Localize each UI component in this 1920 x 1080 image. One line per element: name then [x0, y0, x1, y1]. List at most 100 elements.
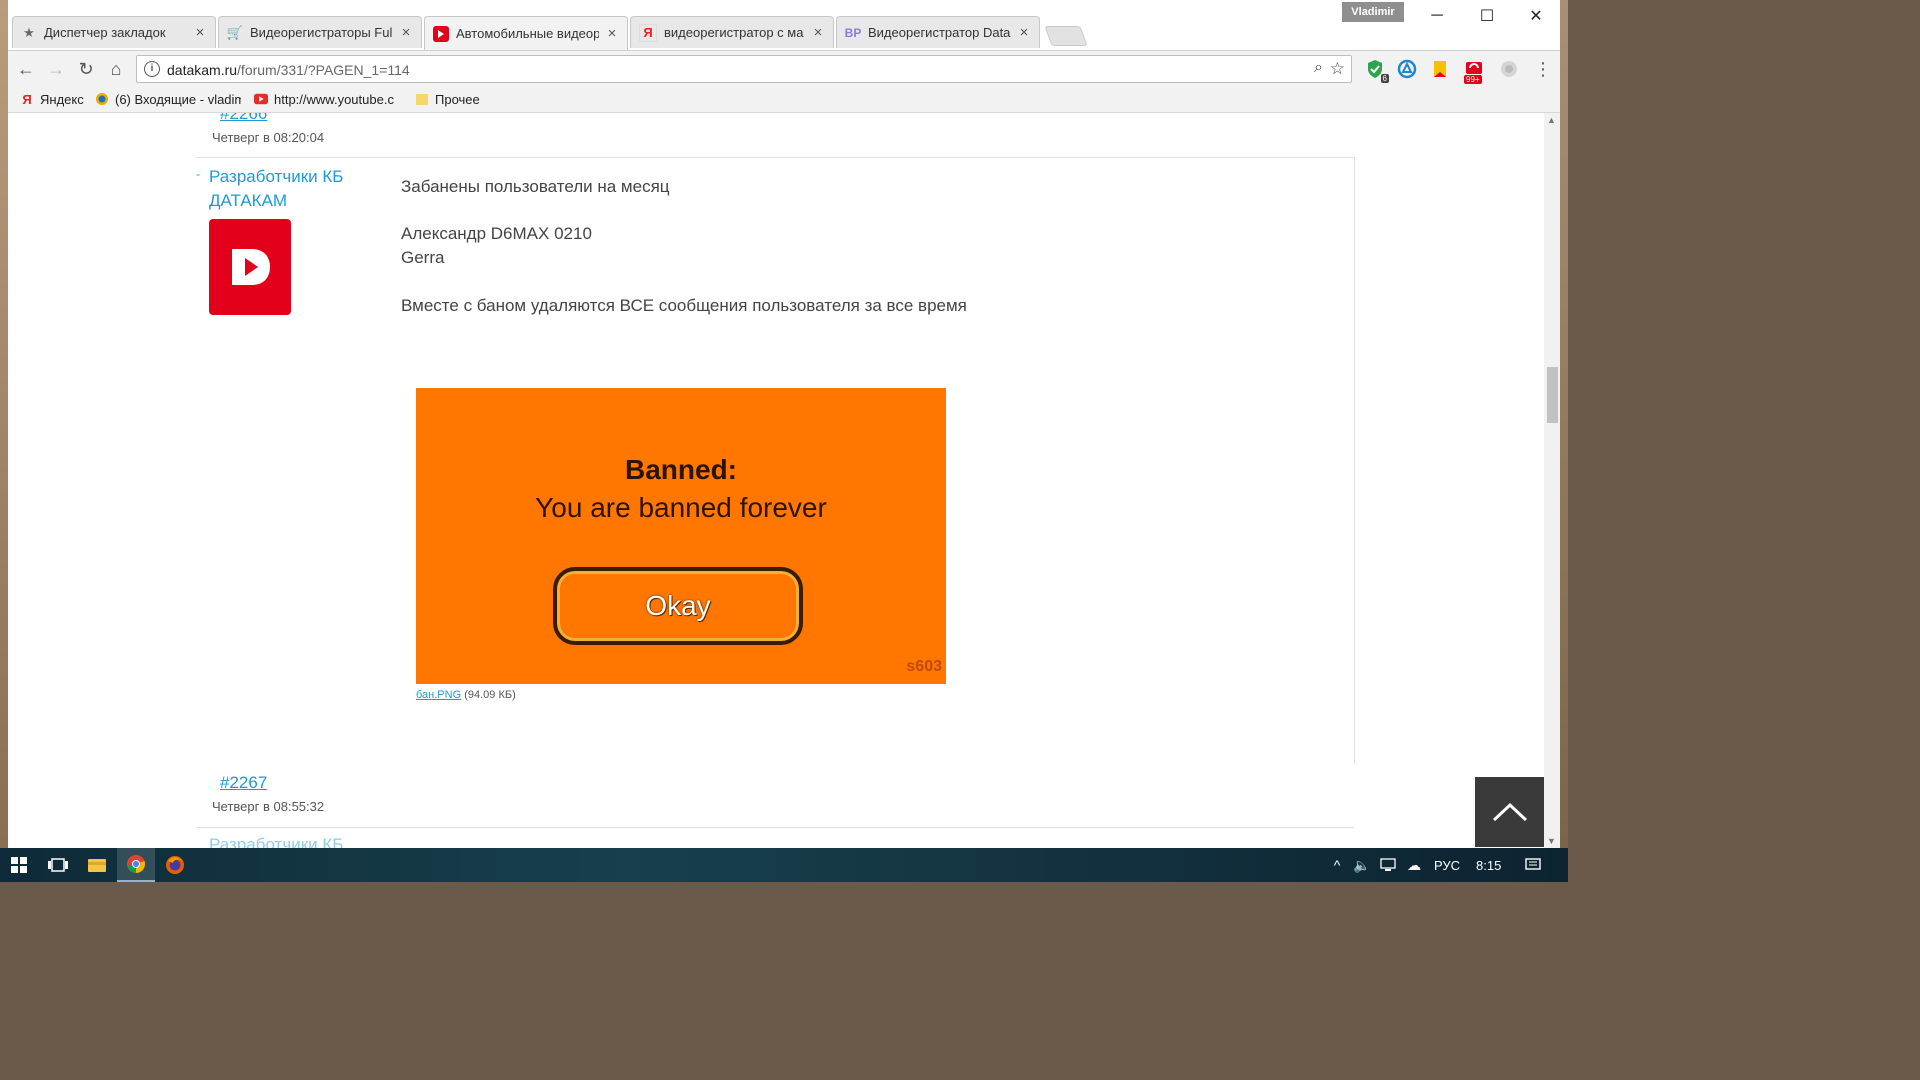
folder-icon	[415, 92, 429, 106]
close-window-icon[interactable]: ✕	[1511, 0, 1560, 32]
windows-start-icon[interactable]	[0, 848, 38, 882]
tab-title: Видеорегистраторы Full	[250, 25, 393, 40]
bookmark-label: Яндекс	[40, 91, 84, 107]
scrollbar-thumb[interactable]	[1547, 367, 1558, 423]
close-icon[interactable]: ×	[1017, 24, 1031, 41]
desktop-edge-left	[0, 0, 8, 848]
tab-datakam-recorder[interactable]: BP Видеорегистратор Datal ×	[836, 16, 1040, 48]
banned-image-watermark: s603	[906, 658, 942, 675]
bookmarks-bar: Я Яндекс (6) Входящие - vladim http://ww…	[8, 86, 1560, 113]
menu-dots-icon[interactable]: ⋮	[1530, 56, 1556, 82]
bookmark-yandex[interactable]: Я Яндекс	[20, 90, 84, 108]
close-icon[interactable]: ×	[811, 24, 825, 41]
bookmark-youtube[interactable]: http://www.youtube.c	[254, 90, 400, 108]
prev-post-number[interactable]: #2266	[220, 113, 267, 124]
next-post-date: Четверг в 08:55:32	[212, 799, 325, 814]
forward-arrow-icon[interactable]: →	[43, 56, 69, 82]
chrome-taskbar-icon[interactable]	[117, 848, 155, 882]
author-name-line2: ДАТАКАМ	[209, 191, 288, 210]
language-indicator[interactable]: РУС	[1434, 858, 1460, 873]
close-icon[interactable]: ×	[605, 25, 619, 42]
chevron-up-icon	[1492, 802, 1528, 822]
bookmark-extension-icon[interactable]	[1430, 59, 1450, 79]
tab-videoregistrators-full[interactable]: 🛒 Видеорегистраторы Full ×	[218, 16, 422, 48]
scroll-down-icon[interactable]: ▼	[1547, 836, 1556, 846]
bookmark-label: (6) Входящие - vladim	[115, 91, 241, 107]
mail-icon	[95, 92, 109, 106]
bookmark-inbox[interactable]: (6) Входящие - vladim	[95, 90, 241, 108]
banned-image-subtitle: You are banned forever	[535, 492, 827, 523]
post-text-line: Вместе с баном удаляются ВСЕ сообщения п…	[401, 296, 967, 315]
volume-icon[interactable]: 🔈	[1348, 848, 1376, 882]
author-name-line1: Разработчики КБ	[209, 167, 344, 186]
tab-automobile-video[interactable]: Автомобильные видеор ×	[424, 16, 628, 50]
tab-yandex-search[interactable]: Я видеорегистратор с ма ×	[630, 16, 834, 48]
browser-window: ★ Диспетчер закладок × 🛒 Видеорегистрато…	[8, 0, 1560, 848]
address-bar[interactable]: i datakam.ru/forum/331/?PAGEN_1=114 ⌕ ☆	[136, 55, 1352, 83]
next-post-author[interactable]: Разработчики КБ	[209, 835, 343, 848]
notifications-icon[interactable]	[1516, 848, 1550, 882]
cart-icon: 🛒	[226, 24, 244, 40]
chevron-up-tray-icon[interactable]: ^	[1323, 848, 1351, 882]
network-icon[interactable]	[1374, 848, 1402, 882]
new-tab-button[interactable]	[1044, 26, 1088, 46]
attachment-link[interactable]: бан.PNG	[416, 689, 461, 701]
minimize-icon[interactable]: ─	[1412, 0, 1462, 32]
post-text-line: Забанены пользователи на месяц	[401, 177, 670, 196]
attachment-size: (94.09 КБ)	[464, 689, 516, 701]
zoom-icon[interactable]: ⌕	[1314, 59, 1323, 77]
scroll-to-top-button[interactable]	[1475, 777, 1545, 847]
banned-image[interactable]: Banned: You are banned forever Okay s603	[416, 388, 946, 684]
maximize-icon[interactable]: ☐	[1462, 0, 1512, 32]
star-icon: ★	[23, 24, 35, 40]
bookmark-star-icon[interactable]: ☆	[1330, 59, 1345, 79]
bookmark-label: Прочее	[435, 91, 480, 107]
browser-toolbar: ← → ↻ ⌂ i datakam.ru/forum/331/?PAGEN_1=…	[8, 50, 1560, 87]
mail-extension-icon[interactable]: 99+	[1464, 59, 1484, 84]
tab-bookmark-manager[interactable]: ★ Диспетчер закладок ×	[12, 16, 216, 48]
mail-badge: 99+	[1464, 75, 1482, 84]
close-icon[interactable]: ×	[399, 24, 413, 41]
firefox-taskbar-icon[interactable]	[156, 848, 194, 882]
post-author[interactable]: Разработчики КБ ДАТАКАМ	[209, 165, 369, 213]
prev-post-date: Четверг в 08:20:04	[212, 130, 325, 145]
datakam-icon	[433, 25, 449, 42]
post-text-line: Gerra	[401, 248, 445, 267]
sync-icon[interactable]: ☁	[1400, 848, 1428, 882]
avatar[interactable]	[209, 219, 291, 315]
home-icon[interactable]: ⌂	[103, 56, 129, 82]
shield-badge: 6	[1380, 74, 1389, 83]
tab-title: Автомобильные видеор	[456, 26, 599, 41]
reload-icon[interactable]: ↻	[73, 56, 99, 82]
drive-extension-icon[interactable]	[1397, 59, 1417, 79]
banned-image-okay: Okay	[553, 567, 803, 645]
grey-extension-icon[interactable]	[1499, 59, 1519, 79]
datakam-logo-icon	[232, 249, 270, 285]
tab-title: Видеорегистратор Datal	[868, 25, 1011, 40]
tab-title: Диспетчер закладок	[44, 25, 166, 40]
banned-image-title: Banned:	[625, 454, 737, 485]
file-explorer-icon[interactable]	[78, 848, 116, 882]
next-post-number[interactable]: #2267	[220, 773, 267, 793]
attachment-caption: бан.PNG (94.09 КБ)	[416, 689, 516, 701]
tab-strip: ★ Диспетчер закладок × 🛒 Видеорегистрато…	[12, 16, 1088, 50]
scroll-up-icon[interactable]: ▲	[1547, 115, 1556, 125]
taskbar: ^ 🔈 ☁ РУС 8:15	[0, 848, 1568, 882]
youtube-icon	[254, 92, 268, 106]
shield-extension-icon[interactable]: 6	[1365, 59, 1389, 83]
page-scrollbar[interactable]: ▲ ▼	[1544, 113, 1560, 848]
vr-icon: BP	[844, 25, 862, 40]
clock[interactable]: 8:15	[1476, 858, 1501, 873]
back-arrow-icon[interactable]: ←	[13, 56, 39, 82]
task-view-icon[interactable]	[39, 848, 77, 882]
post-text-line: Александр D6MAX 0210	[401, 224, 592, 243]
bookmark-other[interactable]: Прочее	[415, 90, 480, 108]
author-dash: -	[196, 167, 200, 181]
post-divider	[196, 827, 1354, 828]
yandex-icon: Я	[22, 91, 32, 107]
info-icon[interactable]: i	[144, 61, 160, 77]
desktop-edge-right	[1560, 0, 1568, 848]
close-icon[interactable]: ×	[193, 24, 207, 41]
profile-button[interactable]: Vladimir	[1342, 2, 1404, 22]
tab-title: видеорегистратор с ма	[664, 25, 804, 40]
